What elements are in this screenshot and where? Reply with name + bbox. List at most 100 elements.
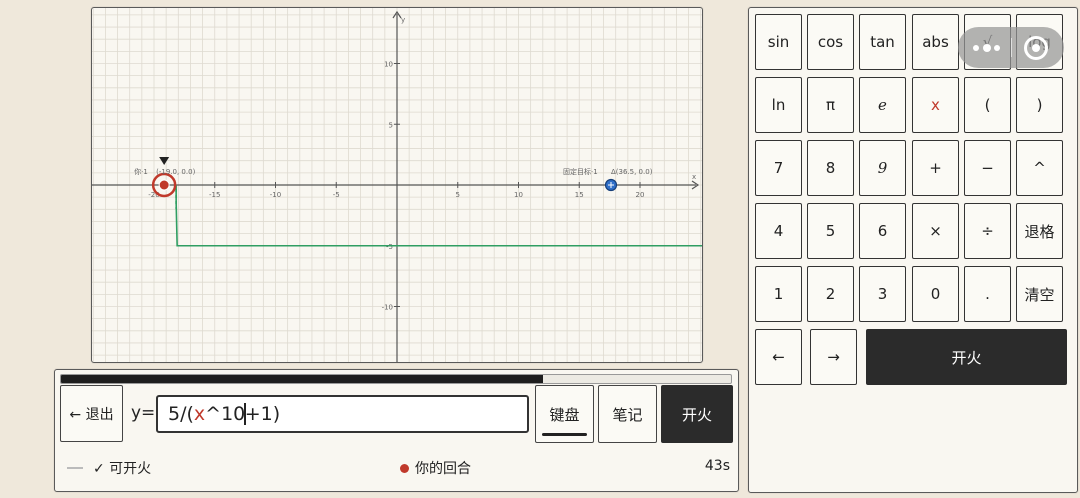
notes-button[interactable]: 笔记 — [598, 385, 657, 443]
keyboard-button[interactable]: 键盘 — [535, 385, 594, 443]
key-label: 3 — [877, 285, 888, 303]
fire-button[interactable]: 开火 — [661, 385, 733, 443]
turn-label: 你的回合 — [415, 461, 471, 477]
can-fire-label: ✓ 可开火 — [93, 461, 152, 477]
turn-dot-icon — [400, 463, 409, 473]
key-label: 6 — [877, 222, 888, 240]
key-2-0[interactable]: 7 — [755, 140, 802, 196]
player-dot — [158, 179, 170, 191]
key-label: sin — [767, 33, 790, 51]
key-1-0[interactable]: ln — [755, 77, 802, 133]
key-4-2[interactable]: 3 — [859, 266, 906, 322]
close-target-icon[interactable] — [1024, 36, 1048, 60]
keypad-panel: sincostanabs√loglnπex()789+−^456×÷退格1230… — [748, 7, 1078, 493]
y-tick-label: -5 — [386, 243, 393, 251]
key-label: − — [981, 159, 994, 177]
key-3-5[interactable]: 退格 — [1016, 203, 1063, 259]
key-label: 8 — [825, 159, 836, 177]
dash-icon — [67, 467, 83, 469]
axis-ticks: -20 -15 -10 -5 5 10 15 20105-5-10 — [148, 61, 644, 312]
key-1-5[interactable]: ) — [1016, 77, 1063, 133]
player-coord: (-19.0, 0.0) — [156, 168, 195, 176]
x-tick-label: -10 — [270, 191, 281, 199]
key-4-5[interactable]: 清空 — [1016, 266, 1063, 322]
key-4-1[interactable]: 2 — [807, 266, 854, 322]
key-label: ÷ — [981, 222, 994, 240]
formula-part: 5/( — [168, 403, 194, 425]
key-1-4[interactable]: ( — [964, 77, 1011, 133]
formula-input[interactable]: 5/(x ^10 +1) — [156, 395, 529, 433]
markers: 你·1 (-19.0, 0.0) 固定目标·1 Δ(36.5, 0.0) — [134, 157, 653, 209]
key-label: ( — [984, 96, 991, 114]
x-tick-label: -5 — [333, 191, 340, 199]
turn-indicator: 你的回合 — [400, 458, 471, 478]
key-label: 1 — [773, 285, 784, 303]
key-label: π — [825, 96, 836, 114]
key-label: → — [827, 348, 840, 366]
key-0-1[interactable]: cos — [807, 14, 854, 70]
key-left-arrow[interactable]: ← — [755, 329, 802, 385]
key-label: 7 — [773, 159, 784, 177]
x-tick-label: 15 — [575, 191, 584, 199]
key-0-3[interactable]: abs — [912, 14, 959, 70]
y-axis-label: y — [401, 16, 405, 24]
key-2-1[interactable]: 8 — [807, 140, 854, 196]
exit-label: ← 退出 — [69, 406, 114, 423]
key-3-4[interactable]: ÷ — [964, 203, 1011, 259]
fire-ready-status: ✓ 可开火 — [67, 458, 151, 478]
key-4-3[interactable]: 0 — [912, 266, 959, 322]
keyboard-label: 键盘 — [549, 405, 580, 424]
key-label: 9 — [877, 159, 888, 177]
key-3-0[interactable]: 4 — [755, 203, 802, 259]
x-tick-label: 5 — [456, 191, 460, 199]
key-label: 开火 — [951, 348, 982, 367]
key-label: ln — [771, 96, 786, 114]
key-3-1[interactable]: 5 — [807, 203, 854, 259]
more-icon[interactable] — [958, 27, 1010, 68]
turn-timer: 43s — [705, 458, 730, 474]
key-label: 清空 — [1024, 285, 1055, 304]
key-0-0[interactable]: sin — [755, 14, 802, 70]
key-2-3[interactable]: + — [912, 140, 959, 196]
formula-part: +1) — [244, 403, 281, 425]
key-3-2[interactable]: 6 — [859, 203, 906, 259]
x-axis-label: x — [692, 173, 696, 181]
key-label: × — [929, 222, 942, 240]
key-3-3[interactable]: × — [912, 203, 959, 259]
key-2-2[interactable]: 9 — [859, 140, 906, 196]
key-1-3[interactable]: x — [912, 77, 959, 133]
exit-button[interactable]: ← 退出 — [60, 385, 123, 442]
key-label: tan — [870, 33, 895, 51]
turn-progress-fill — [61, 375, 544, 383]
target-coord: Δ(36.5, 0.0) — [611, 168, 653, 176]
menu-capsule — [958, 27, 1064, 68]
key-2-4[interactable]: − — [964, 140, 1011, 196]
coordinate-plane: xy -20 -15 -10 -5 5 10 15 20105-5-10 你·1 (-19.0,… — [92, 8, 702, 362]
fire-label: 开火 — [681, 405, 712, 424]
formula-part: ^10 — [205, 403, 246, 425]
x-tick-label: 20 — [636, 191, 645, 199]
control-panel: ← 退出 y= 5/(x ^10 +1) 键盘 笔记 开火 ✓ 可开火 你的回合 4… — [54, 369, 739, 492]
key-4-0[interactable]: 1 — [755, 266, 802, 322]
player-label: 你·1 — [134, 167, 148, 176]
key-4-4[interactable]: . — [964, 266, 1011, 322]
key-label: 5 — [825, 222, 836, 240]
key-0-2[interactable]: tan — [859, 14, 906, 70]
key-1-1[interactable]: π — [807, 77, 854, 133]
key-2-5[interactable]: ^ — [1016, 140, 1063, 196]
x-tick-label: -15 — [209, 191, 220, 199]
key-label: 4 — [773, 222, 784, 240]
target-label: 固定目标·1 — [563, 167, 598, 176]
key-right-arrow[interactable]: → — [810, 329, 857, 385]
key-label: 0 — [930, 285, 941, 303]
keypad-fire-button[interactable]: 开火 — [866, 329, 1067, 385]
turn-progress-bar — [60, 374, 732, 384]
key-1-2[interactable]: e — [859, 77, 906, 133]
key-label: 2 — [825, 285, 836, 303]
formula-variable: x — [193, 403, 206, 425]
trajectory-curve — [175, 185, 702, 247]
y-tick-label: -10 — [382, 304, 393, 312]
key-label: 退格 — [1024, 222, 1055, 241]
key-label: x — [931, 96, 940, 114]
y-equals-label: y= — [131, 403, 156, 423]
